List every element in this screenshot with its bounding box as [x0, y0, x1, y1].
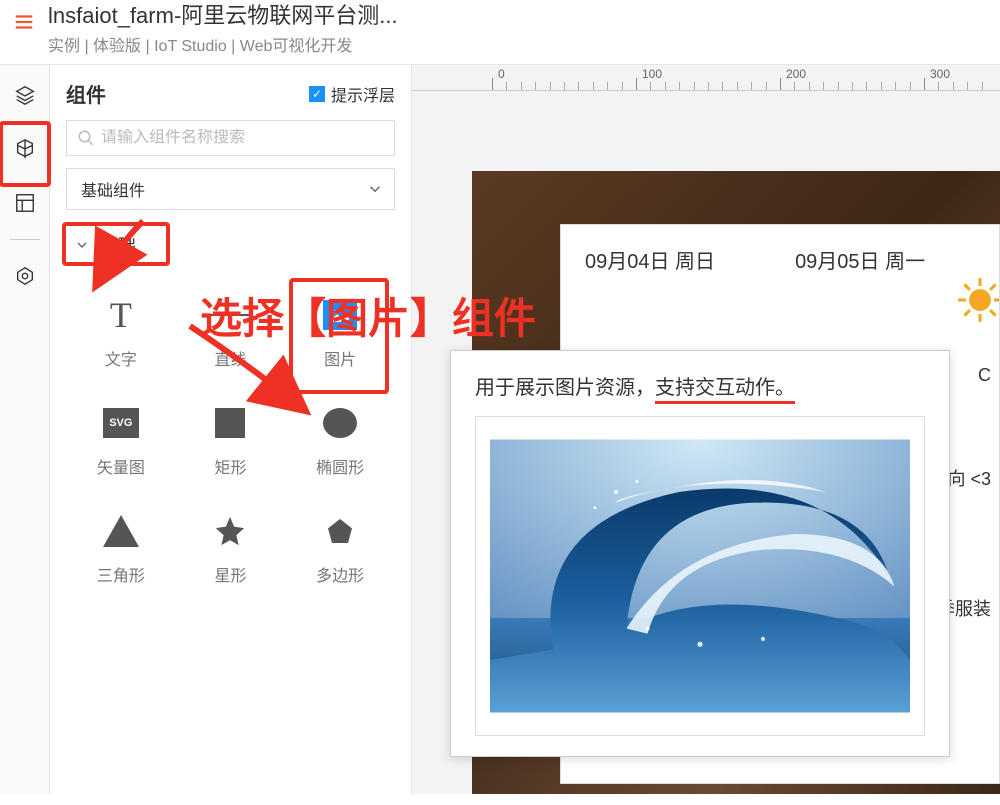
wave-image: [490, 431, 910, 721]
sun-icon: [955, 275, 1000, 325]
hamburger-menu[interactable]: [8, 6, 40, 38]
rail-components[interactable]: [7, 131, 43, 167]
component-star[interactable]: 星形: [176, 502, 286, 596]
checkbox-checked-icon: ✓: [309, 86, 325, 102]
arrow-to-group: [88, 216, 168, 296]
ellipse-icon: [323, 408, 357, 438]
component-label: 矩形: [214, 454, 246, 478]
header: lnsfaiot_farm-阿里云物联网平台测... 实例 | 体验版 | Io…: [0, 0, 1000, 65]
breadcrumb: 实例 | 体验版 | IoT Studio | Web可视化开发: [48, 32, 398, 56]
component-label: 椭圆形: [316, 454, 364, 478]
left-rail: [0, 65, 50, 794]
component-label: 星形: [214, 562, 246, 586]
triangle-icon: [103, 515, 139, 547]
page-title: lnsfaiot_farm-阿里云物联网平台测...: [48, 2, 398, 30]
wind-text: 向 <3: [947, 465, 991, 491]
category-dropdown[interactable]: 基础组件: [66, 168, 395, 210]
annotation-text: 选择【图片】组件: [200, 285, 536, 346]
component-triangle[interactable]: 三角形: [66, 502, 176, 596]
component-label: 矢量图: [97, 454, 145, 478]
component-label: 多边形: [316, 562, 364, 586]
component-label: 文字: [105, 346, 137, 370]
text-icon: T: [110, 294, 132, 336]
image-tooltip: 用于展示图片资源，支持交互动作。: [450, 350, 950, 757]
rail-template[interactable]: [7, 185, 43, 221]
ruler-horizontal: 0 100 200 300: [412, 65, 1000, 91]
search-icon: [77, 129, 95, 147]
layers-icon: [14, 84, 36, 106]
date-sunday: 09月04日 周日: [585, 245, 715, 274]
component-svg[interactable]: SVG 矢量图: [66, 394, 176, 488]
search-box[interactable]: [66, 120, 395, 156]
star-icon: [213, 514, 247, 548]
category-value: 基础组件: [81, 177, 145, 201]
date-monday: 09月05日 周一: [795, 245, 925, 274]
rail-layers[interactable]: [7, 77, 43, 113]
tooltip-text: 用于展示图片资源，支持交互动作。: [475, 371, 925, 400]
polygon-icon: [324, 515, 356, 547]
hint-toggle[interactable]: ✓ 提示浮层: [309, 82, 395, 106]
settings-hex-icon: [14, 265, 36, 287]
component-polygon[interactable]: 多边形: [285, 502, 395, 596]
chevron-down-icon: [366, 180, 384, 198]
component-label: 三角形: [97, 562, 145, 586]
rail-settings[interactable]: [7, 258, 43, 294]
svg-icon: SVG: [103, 408, 139, 438]
panel-title: 组件: [66, 79, 106, 108]
hint-label: 提示浮层: [331, 82, 395, 106]
search-input[interactable]: [101, 129, 384, 147]
component-text[interactable]: T 文字: [66, 286, 176, 380]
template-icon: [14, 192, 36, 214]
hamburger-icon: [13, 11, 35, 33]
components-panel: 组件 ✓ 提示浮层 基础组件 基础 T 文字 直线: [50, 65, 412, 794]
tooltip-preview: [475, 416, 925, 736]
